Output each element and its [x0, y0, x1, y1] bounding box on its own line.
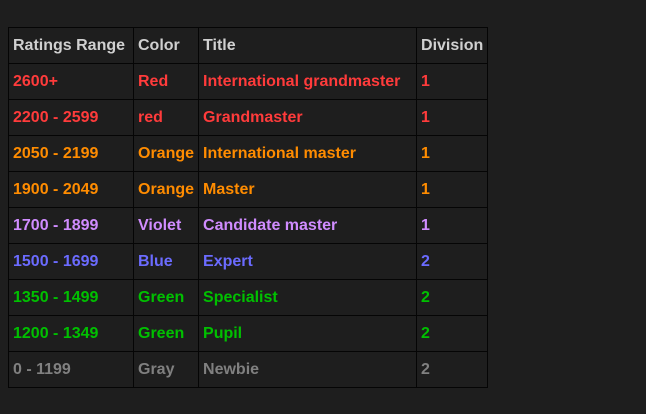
cell-ratings-range: 1500 - 1699	[8, 243, 134, 280]
cell-division: 1	[416, 99, 489, 136]
table-row: 1350 - 1499 Green Specialist 2	[8, 279, 489, 316]
cell-title: Expert	[198, 243, 418, 280]
cell-ratings-range: 2600+	[8, 63, 134, 100]
header-title: Title	[198, 27, 418, 64]
ratings-table: Ratings Range Color Title Division 2600+…	[8, 27, 489, 388]
cell-title: Master	[198, 171, 418, 208]
cell-title: Pupil	[198, 315, 418, 352]
cell-title: Candidate master	[198, 207, 418, 244]
cell-division: 2	[416, 279, 489, 316]
cell-color: Blue	[132, 243, 200, 280]
cell-division: 1	[416, 63, 489, 100]
cell-color: Orange	[132, 135, 200, 172]
cell-title: International grandmaster	[198, 63, 418, 100]
header-ratings-range: Ratings Range	[8, 27, 134, 64]
cell-color: Orange	[132, 171, 200, 208]
cell-ratings-range: 0 - 1199	[8, 351, 134, 388]
header-color: Color	[132, 27, 200, 64]
cell-division: 2	[416, 243, 489, 280]
cell-ratings-range: 1900 - 2049	[8, 171, 134, 208]
cell-ratings-range: 1350 - 1499	[8, 279, 134, 316]
cell-title: International master	[198, 135, 418, 172]
header-division: Division	[416, 27, 489, 64]
cell-division: 2	[416, 315, 489, 352]
cell-color: Green	[132, 279, 200, 316]
table-row: 0 - 1199 Gray Newbie 2	[8, 351, 489, 388]
cell-ratings-range: 1200 - 1349	[8, 315, 134, 352]
cell-color: Red	[132, 63, 200, 100]
cell-ratings-range: 2200 - 2599	[8, 99, 134, 136]
cell-division: 2	[416, 351, 489, 388]
cell-division: 1	[416, 171, 489, 208]
cell-ratings-range: 2050 - 2199	[8, 135, 134, 172]
cell-ratings-range: 1700 - 1899	[8, 207, 134, 244]
table-row: 1700 - 1899 Violet Candidate master 1	[8, 207, 489, 244]
cell-title: Specialist	[198, 279, 418, 316]
table-row: 2600+ Red International grandmaster 1	[8, 63, 489, 100]
table-row: 2050 - 2199 Orange International master 1	[8, 135, 489, 172]
table-row: 2200 - 2599 red Grandmaster 1	[8, 99, 489, 136]
cell-color: Green	[132, 315, 200, 352]
table-row: 1900 - 2049 Orange Master 1	[8, 171, 489, 208]
table-row: 1500 - 1699 Blue Expert 2	[8, 243, 489, 280]
cell-division: 1	[416, 135, 489, 172]
cell-color: Gray	[132, 351, 200, 388]
cell-title: Newbie	[198, 351, 418, 388]
cell-color: Violet	[132, 207, 200, 244]
table-row: 1200 - 1349 Green Pupil 2	[8, 315, 489, 352]
cell-color: red	[132, 99, 200, 136]
header-row: Ratings Range Color Title Division	[8, 27, 489, 64]
cell-title: Grandmaster	[198, 99, 418, 136]
cell-division: 1	[416, 207, 489, 244]
